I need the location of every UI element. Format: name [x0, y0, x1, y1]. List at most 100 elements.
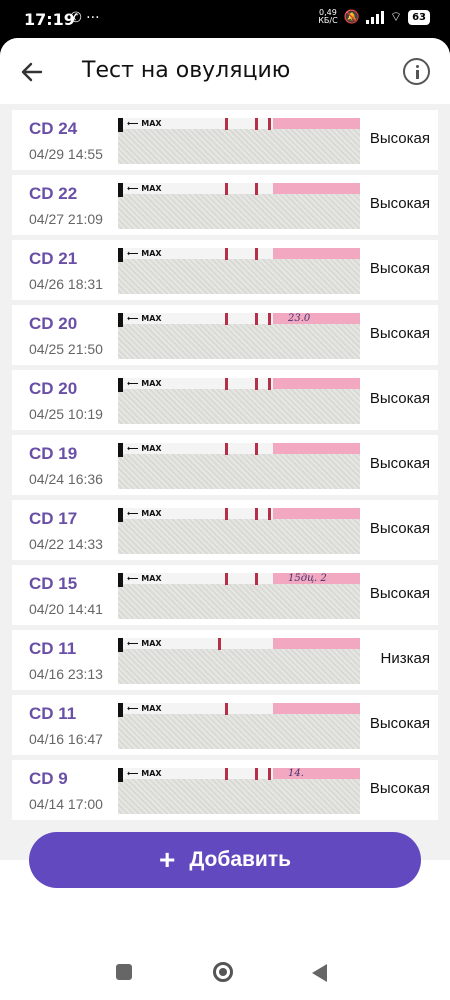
test-datetime: 04/22 14:33: [29, 536, 103, 552]
strip-max-text: MAX: [141, 509, 162, 518]
strip-marker: [118, 313, 123, 327]
test-list-item[interactable]: CD 20 04/25 21:50 ⟵ MAX 23.0 Высокая: [12, 305, 438, 365]
strip-test-line: [255, 313, 258, 325]
test-list-item[interactable]: CD 11 04/16 16:47 ⟵ MAX Высокая: [12, 695, 438, 755]
strip-test-line: [255, 118, 258, 130]
cycle-day: CD 20: [29, 314, 78, 333]
strip-test-line: [268, 313, 271, 325]
strip-marker: [118, 183, 123, 197]
wifi-icon: ⌔: [389, 10, 403, 25]
strip-handle: [273, 768, 360, 779]
test-strip-photo: ⟵ MAX: [118, 183, 360, 229]
strip-test-line: [225, 443, 228, 455]
test-result: Высокая: [369, 780, 430, 797]
test-list-item[interactable]: CD 17 04/22 14:33 ⟵ MAX Высокая: [12, 500, 438, 560]
test-strip-photo: ⟵ MAX 23.0: [118, 313, 360, 359]
cycle-day: CD 19: [29, 444, 78, 463]
app-bar: Тест на овуляцию: [0, 38, 450, 104]
cycle-day: CD 24: [29, 119, 78, 138]
test-strip-photo: ⟵ MAX 15дц. 2: [118, 573, 360, 619]
add-button[interactable]: + Добавить: [29, 832, 421, 888]
test-list-item[interactable]: CD 24 04/29 14:55 ⟵ MAX Высокая: [12, 110, 438, 170]
system-back-button[interactable]: [312, 964, 327, 982]
test-strip-photo: ⟵ MAX: [118, 248, 360, 294]
strip-test-line: [255, 508, 258, 520]
strip-test-line: [268, 508, 271, 520]
strip-max-text: MAX: [141, 249, 162, 258]
strip-handle: [273, 313, 360, 324]
system-nav-bar: [0, 943, 450, 1000]
test-list-item[interactable]: CD 22 04/27 21:09 ⟵ MAX Высокая: [12, 175, 438, 235]
cycle-day: CD 15: [29, 574, 78, 593]
app-screen: Тест на овуляцию CD 24 04/29 14:55 ⟵ MAX Вы…: [0, 38, 450, 1000]
page-title: Тест на овуляцию: [82, 58, 291, 83]
strip-texture: [118, 324, 360, 359]
home-icon: [219, 968, 227, 976]
strip-texture: [118, 649, 360, 684]
test-strip-photo: ⟵ MAX: [118, 443, 360, 489]
strip-test-line: [225, 768, 228, 780]
test-result: Высокая: [369, 260, 430, 277]
strip-test-line: [225, 378, 228, 390]
strip-marker: [118, 443, 123, 457]
test-strip-photo: ⟵ MAX: [118, 378, 360, 424]
strip-max-label: ⟵ MAX: [127, 314, 162, 323]
test-list-item[interactable]: CD 11 04/16 23:13 ⟵ MAX Низкая: [12, 630, 438, 690]
cycle-day: CD 9: [29, 769, 68, 788]
strip-texture: [118, 714, 360, 749]
recents-button[interactable]: [116, 964, 132, 980]
strip-test-line: [255, 768, 258, 780]
test-list-item[interactable]: CD 9 04/14 17:00 ⟵ MAX 14. Высокая: [12, 760, 438, 820]
test-datetime: 04/25 10:19: [29, 406, 103, 422]
strip-max-text: MAX: [141, 769, 162, 778]
strip-test-line: [255, 573, 258, 585]
info-button[interactable]: [403, 58, 430, 85]
test-strip-photo: ⟵ MAX: [118, 508, 360, 554]
network-speed-unit: КБ/С: [318, 16, 338, 25]
strip-handle: [273, 638, 360, 649]
strip-max-label: ⟵ MAX: [127, 574, 162, 583]
test-list-item[interactable]: CD 21 04/26 18:31 ⟵ MAX Высокая: [12, 240, 438, 300]
strip-max-label: ⟵ MAX: [127, 379, 162, 388]
strip-test-line: [225, 508, 228, 520]
strip-handwritten-note: 14.: [288, 768, 304, 779]
strip-texture: [118, 194, 360, 229]
strip-test-line: [268, 378, 271, 390]
strip-marker: [118, 703, 123, 717]
test-strip-photo: ⟵ MAX: [118, 118, 360, 164]
strip-test-line: [255, 443, 258, 455]
strip-max-label: ⟵ MAX: [127, 704, 162, 713]
test-result: Высокая: [369, 195, 430, 212]
info-circle-icon: [415, 65, 419, 68]
cycle-day: CD 20: [29, 379, 78, 398]
test-result: Высокая: [369, 390, 430, 407]
test-result: Высокая: [369, 715, 430, 732]
strip-marker: [118, 638, 123, 652]
test-strip-photo: ⟵ MAX: [118, 638, 360, 684]
test-strip-photo: ⟵ MAX 14.: [118, 768, 360, 814]
back-button[interactable]: [16, 56, 48, 88]
cycle-day: CD 11: [29, 704, 77, 723]
strip-test-line: [225, 703, 228, 715]
test-datetime: 04/16 16:47: [29, 731, 103, 747]
strip-handle: [273, 378, 360, 389]
strip-test-line: [225, 118, 228, 130]
strip-test-line: [225, 313, 228, 325]
test-list-item[interactable]: CD 19 04/24 16:36 ⟵ MAX Высокая: [12, 435, 438, 495]
network-speed: 0,49 КБ/С: [318, 9, 337, 25]
test-result: Низкая: [380, 650, 430, 667]
test-datetime: 04/26 18:31: [29, 276, 103, 292]
strip-texture: [118, 519, 360, 554]
test-list[interactable]: CD 24 04/29 14:55 ⟵ MAX Высокая CD 22 04/27 2…: [0, 104, 450, 860]
strip-test-line: [225, 183, 228, 195]
strip-test-line: [225, 248, 228, 260]
strip-handwritten-note: 15дц. 2: [288, 573, 327, 584]
home-button[interactable]: [213, 962, 233, 982]
strip-handle: [273, 248, 360, 259]
strip-texture: [118, 129, 360, 164]
strip-max-text: MAX: [141, 704, 162, 713]
strip-handle: [273, 118, 360, 129]
test-list-item[interactable]: CD 15 04/20 14:41 ⟵ MAX 15дц. 2 Высокая: [12, 565, 438, 625]
signal-icon: [365, 10, 384, 24]
test-list-item[interactable]: CD 20 04/25 10:19 ⟵ MAX Высокая: [12, 370, 438, 430]
